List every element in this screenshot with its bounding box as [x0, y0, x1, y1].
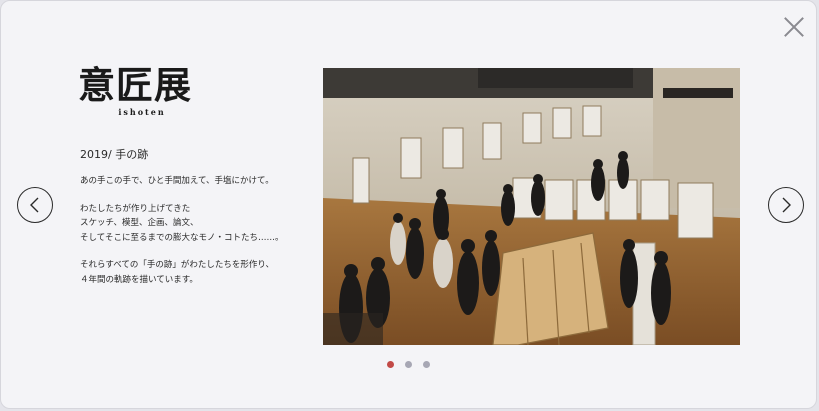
exhibition-hall-illustration [323, 68, 740, 345]
carousel-pagination [387, 361, 430, 368]
carousel-dot[interactable] [405, 361, 412, 368]
modal-dialog: 意匠展 ishoten 2019/ 手の跡 あの手この手で、ひと手間加えて、手塩… [0, 0, 817, 409]
carousel-dot[interactable] [387, 361, 394, 368]
ishoten-logo: 意匠展 ishoten [78, 63, 210, 123]
exhibition-photo [323, 68, 740, 345]
carousel-dot[interactable] [423, 361, 430, 368]
exhibition-description: あの手この手で、ひと手間加えて、手塩にかけて。 わたしたちが作り上げてきた スケ… [80, 174, 284, 287]
description-line: わたしたちが作り上げてきた [80, 203, 191, 214]
logo-title: 意匠展 [78, 63, 192, 107]
description-line: それらすべての「手の跡」がわたしたちを形作り、 [80, 260, 275, 270]
close-icon[interactable] [783, 16, 805, 38]
logo-subtitle: ishoten [118, 107, 166, 117]
description-line: そしてそこに至るまでの膨大なモノ・コトたち……。 [80, 232, 284, 243]
prev-button[interactable] [17, 187, 53, 223]
description-line: スケッチ、模型、企画、論文、 [80, 218, 199, 228]
next-button[interactable] [768, 187, 804, 223]
chevron-right-icon [782, 197, 791, 213]
exhibition-year-title: 2019/ 手の跡 [80, 148, 149, 161]
description-line: ４年間の軌跡を描いています。 [80, 274, 198, 285]
description-line: あの手この手で、ひと手間加えて、手塩にかけて。 [80, 176, 274, 186]
chevron-left-icon [30, 197, 39, 213]
